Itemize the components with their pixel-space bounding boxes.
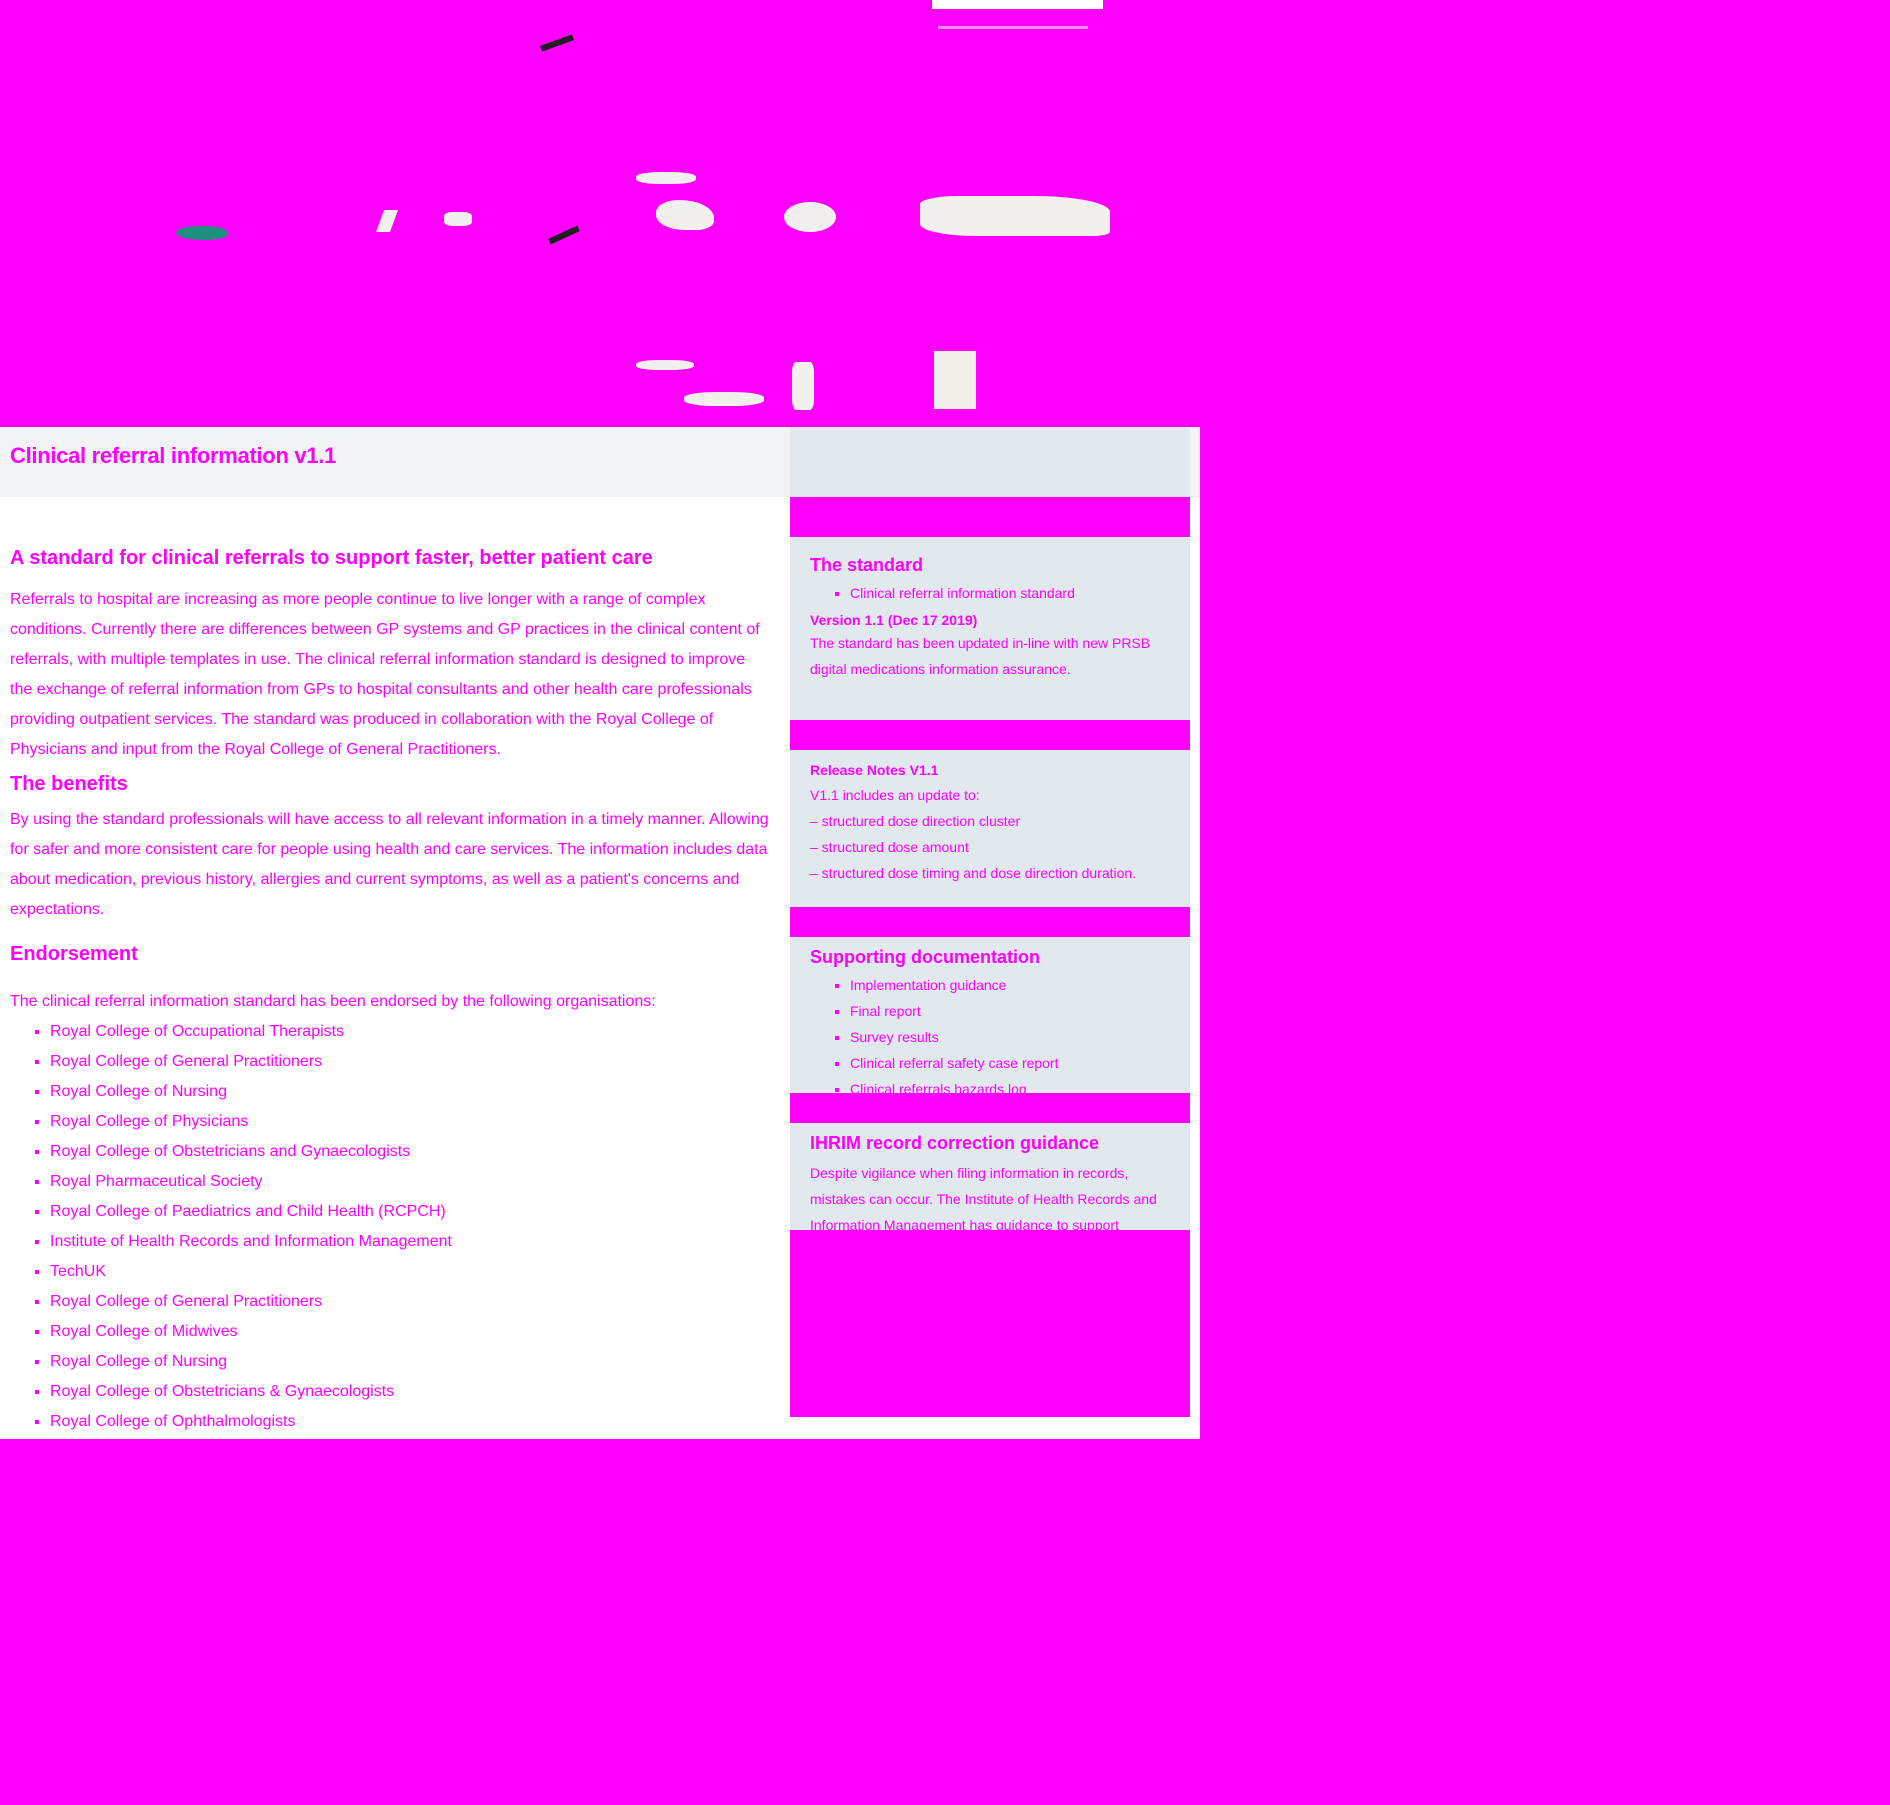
pale-fragment-6 bbox=[920, 196, 1110, 236]
list-item: Royal College of Paediatrics & Child Hea… bbox=[50, 1437, 770, 1467]
dark-stroke-1 bbox=[539, 34, 575, 52]
list-item: Royal College of Surgeons bbox=[50, 1557, 770, 1587]
content-panel: Clinical referral information v1.1 A sta… bbox=[0, 427, 1200, 1610]
list-item: Royal Pharmaceutical Society bbox=[50, 1587, 770, 1617]
ihrim-links: VIEW THE GUIDANCE bbox=[810, 1268, 1180, 1294]
pale-fragment-4 bbox=[656, 200, 714, 230]
pale-fragment-7 bbox=[636, 360, 694, 370]
pale-fragment-3 bbox=[636, 172, 696, 184]
release-notes-intro: V1.1 includes an update to: bbox=[810, 787, 980, 803]
pale-fragment-8 bbox=[684, 392, 764, 406]
release-note-item: – structured dose timing and dose direct… bbox=[810, 865, 1137, 881]
release-note-item: – structured dose amount bbox=[810, 839, 969, 855]
list-item: Royal College of Nursing bbox=[50, 1077, 770, 1107]
supporting-doc-link[interactable]: Final report bbox=[850, 998, 1180, 1024]
ihrim-section: IHRIM record correction guidance Despite… bbox=[810, 1133, 1180, 1294]
pale-fragment-2 bbox=[444, 212, 472, 226]
supporting-doc-link[interactable]: Survey results bbox=[850, 1024, 1180, 1050]
top-white-line bbox=[938, 26, 1088, 29]
page-subtitle: A standard for clinical referrals to sup… bbox=[10, 547, 653, 569]
list-item: Royal Pharmaceutical Society bbox=[50, 1167, 770, 1197]
dark-stroke-2 bbox=[548, 225, 580, 245]
standard-version: Version 1.1 (Dec 17 2019) bbox=[810, 612, 978, 628]
benefits-paragraph: By using the standard professionals will… bbox=[10, 811, 769, 918]
sidebar-band bbox=[790, 720, 1190, 750]
supporting-doc-link[interactable]: Clinical referrals hazards log bbox=[850, 1076, 1180, 1102]
list-item: Royal College of Obstetricians & Gynaeco… bbox=[50, 1377, 770, 1407]
list-item: Royal College of Paediatrics and Child H… bbox=[50, 1197, 770, 1227]
supporting-doc-link[interactable]: Implementation guidance bbox=[850, 972, 1180, 998]
list-item: TechUK bbox=[50, 1257, 770, 1287]
sidebar-band bbox=[790, 907, 1190, 937]
teal-blob bbox=[176, 226, 228, 240]
list-item: Royal College of Midwives bbox=[50, 1317, 770, 1347]
list-item: Royal College of Physicians bbox=[50, 1497, 770, 1527]
list-item: Institute of Health Records and Informat… bbox=[50, 1227, 770, 1257]
supporting-doc-link[interactable]: Clinical referral safety case report bbox=[850, 1050, 1180, 1076]
sidebar-band bbox=[790, 497, 1190, 537]
list-item: Royal College of Nursing bbox=[50, 1347, 770, 1377]
organisation-list: Royal College of Occupational Therapists… bbox=[10, 1017, 770, 1617]
endorsement-intro: The clinical referral information standa… bbox=[10, 993, 656, 1010]
pale-fragment-1 bbox=[375, 210, 399, 232]
list-item: Royal College of Obstetricians and Gynae… bbox=[50, 1137, 770, 1167]
top-white-bar bbox=[932, 0, 1103, 9]
release-notes-section: Release Notes V1.1 V1.1 includes an upda… bbox=[810, 762, 1180, 886]
list-item: Royal College of Pathologists bbox=[50, 1467, 770, 1497]
list-item: Royal College of Physicians bbox=[50, 1107, 770, 1137]
intro-paragraph: Referrals to hospital are increasing as … bbox=[10, 591, 760, 758]
standard-heading: The standard bbox=[810, 555, 924, 575]
list-item: Royal College of Ophthalmologists bbox=[50, 1407, 770, 1437]
supporting-docs-list: Implementation guidance Final report Sur… bbox=[810, 972, 1180, 1102]
benefits-heading: The benefits bbox=[10, 773, 128, 795]
pale-fragment-9 bbox=[792, 362, 814, 410]
supporting-docs-heading: Supporting documentation bbox=[810, 947, 1040, 967]
list-item: Royal College of Speech and Language The… bbox=[50, 1527, 770, 1557]
standard-note: The standard has been updated in-line wi… bbox=[810, 635, 1151, 677]
list-item: Royal College of General Practitioners bbox=[50, 1047, 770, 1077]
list-item: Royal College of Occupational Therapists bbox=[50, 1017, 770, 1047]
sidebar: The standard Clinical referral informati… bbox=[790, 427, 1190, 1417]
sidebar-standard-box bbox=[790, 427, 1190, 497]
release-note-item: – structured dose direction cluster bbox=[810, 813, 1021, 829]
ihrim-text: Despite vigilance when filing informatio… bbox=[810, 1165, 1157, 1259]
standard-link[interactable]: Clinical referral information standard bbox=[850, 580, 1180, 606]
pale-fragment-5 bbox=[784, 202, 836, 232]
supporting-docs-section: Supporting documentation Implementation … bbox=[810, 947, 1180, 1102]
ihrim-heading: IHRIM record correction guidance bbox=[810, 1133, 1100, 1153]
page-title: Clinical referral information v1.1 bbox=[10, 443, 337, 468]
endorsement-heading: Endorsement bbox=[10, 943, 138, 965]
standard-links: Clinical referral information standard bbox=[810, 580, 1180, 606]
release-notes-heading: Release Notes V1.1 bbox=[810, 762, 939, 778]
view-guidance-link[interactable]: VIEW THE GUIDANCE bbox=[850, 1268, 1180, 1294]
list-item: Royal College of General Practitioners bbox=[50, 1287, 770, 1317]
standard-section: The standard Clinical referral informati… bbox=[810, 555, 1180, 682]
pale-rectangle bbox=[934, 351, 976, 409]
